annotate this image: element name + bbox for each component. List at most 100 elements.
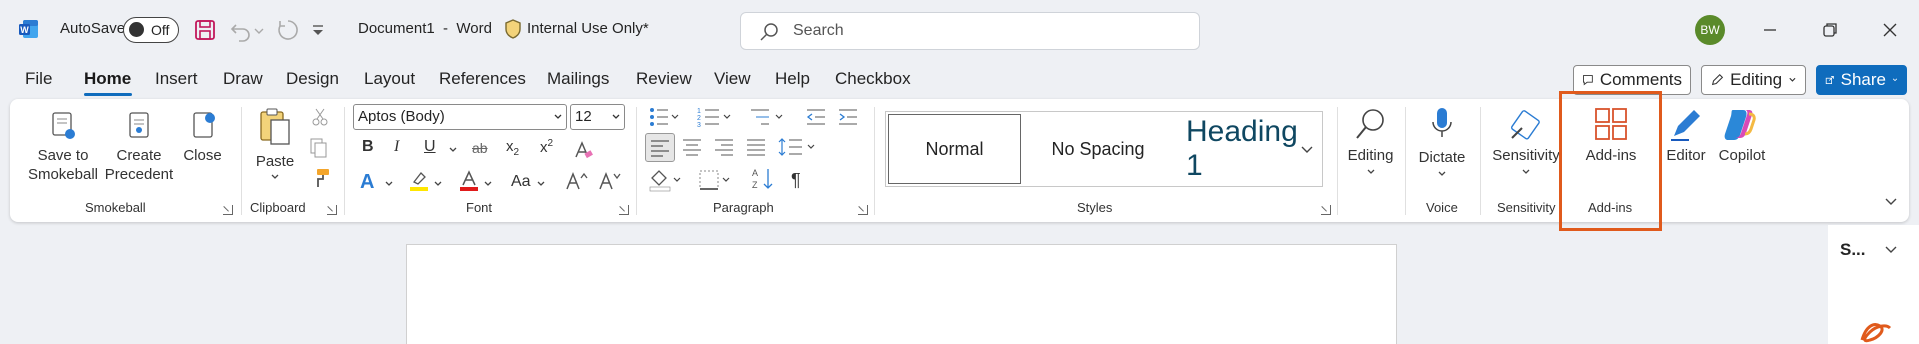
superscript-icon[interactable]: x2 xyxy=(540,138,553,156)
align-left-button[interactable] xyxy=(645,133,675,162)
avatar[interactable]: BW xyxy=(1695,15,1725,45)
numbering-icon[interactable]: 1 2 3 xyxy=(697,106,733,128)
italic-icon[interactable]: I xyxy=(394,138,399,156)
tab-home[interactable]: Home xyxy=(84,69,131,89)
justify-icon[interactable] xyxy=(744,136,768,158)
active-tab-indicator xyxy=(84,93,132,96)
grow-font-icon[interactable] xyxy=(564,170,588,192)
undo-dropdown-icon[interactable] xyxy=(252,17,266,43)
save-to-smokeball-button[interactable]: Save to Smokeball xyxy=(22,110,104,184)
editing-label: Editing xyxy=(1347,147,1394,164)
save-icon[interactable] xyxy=(192,17,218,43)
document-title[interactable]: Document1 - Word xyxy=(358,20,492,37)
dictate-button[interactable]: Dictate xyxy=(1416,106,1468,178)
autosave-label: AutoSave xyxy=(60,20,126,37)
show-formatting-marks-icon[interactable]: ¶ xyxy=(791,170,801,191)
svg-text:A: A xyxy=(752,168,758,178)
tab-layout[interactable]: Layout xyxy=(364,69,415,89)
share-button[interactable]: Share xyxy=(1816,65,1907,95)
paste-icon xyxy=(260,108,290,145)
font-launcher-icon[interactable] xyxy=(619,205,629,215)
highlight-color-icon[interactable] xyxy=(408,170,430,192)
shading-icon[interactable] xyxy=(648,168,684,192)
chevron-down-icon[interactable] xyxy=(536,180,546,188)
align-right-icon[interactable] xyxy=(712,136,736,158)
editing-button[interactable]: Editing xyxy=(1345,106,1396,176)
addins-button[interactable]: Add-ins xyxy=(1578,106,1644,165)
tab-file[interactable]: File xyxy=(25,69,52,89)
tab-help[interactable]: Help xyxy=(775,69,810,89)
align-center-icon[interactable] xyxy=(680,136,704,158)
font-color-icon[interactable] xyxy=(458,170,480,192)
style-normal[interactable]: Normal xyxy=(888,114,1021,184)
collapse-ribbon-icon[interactable] xyxy=(1883,195,1899,209)
bold-icon[interactable]: B xyxy=(362,138,374,156)
tab-checkbox[interactable]: Checkbox xyxy=(835,69,911,89)
search-box[interactable]: Search xyxy=(740,12,1200,50)
minimize-icon[interactable] xyxy=(1756,16,1784,44)
smokeball-close-icon xyxy=(192,112,215,138)
text-effects-icon[interactable]: A xyxy=(360,171,374,194)
close-window-icon[interactable] xyxy=(1876,16,1904,44)
subscript-icon[interactable]: x2 xyxy=(506,138,519,158)
tab-view[interactable]: View xyxy=(714,69,751,89)
shrink-font-icon[interactable] xyxy=(597,170,621,192)
decrease-indent-icon[interactable] xyxy=(805,106,827,128)
chevron-down-icon[interactable] xyxy=(384,180,394,188)
clear-formatting-icon[interactable] xyxy=(572,139,594,161)
change-case-icon[interactable]: Aa xyxy=(511,173,531,191)
tab-mailings[interactable]: Mailings xyxy=(547,69,609,89)
smokeball-launcher-icon[interactable] xyxy=(223,205,233,215)
paste-button[interactable]: Paste xyxy=(250,106,300,181)
chevron-down-icon[interactable] xyxy=(1883,243,1899,257)
chevron-down-icon[interactable] xyxy=(448,146,458,154)
font-size-combo[interactable]: 12 xyxy=(570,104,625,130)
autosave-toggle[interactable]: Off xyxy=(123,17,179,43)
editing-mode-button[interactable]: Editing xyxy=(1701,65,1806,95)
styles-more-button[interactable] xyxy=(1293,111,1323,187)
sort-icon[interactable]: AZ xyxy=(751,166,775,192)
smokeball-close-button[interactable]: Close xyxy=(180,110,225,165)
tab-draw[interactable]: Draw xyxy=(223,69,263,89)
group-label-font: Font xyxy=(466,200,493,215)
sensitivity-button[interactable]: Sensitivity xyxy=(1490,106,1562,176)
paragraph-launcher-icon[interactable] xyxy=(858,205,868,215)
customize-qat-icon[interactable] xyxy=(310,17,326,43)
strikethrough-icon[interactable]: ab xyxy=(472,140,488,156)
group-label-styles: Styles xyxy=(1077,200,1113,215)
clipboard-launcher-icon[interactable] xyxy=(327,205,337,215)
editor-button[interactable]: Editor xyxy=(1662,106,1710,165)
cut-icon[interactable] xyxy=(311,107,329,127)
format-painter-icon[interactable] xyxy=(309,167,331,189)
increase-indent-icon[interactable] xyxy=(837,106,859,128)
sensitivity-label[interactable]: Internal Use Only* xyxy=(527,20,649,37)
font-name-value: Aptos (Body) xyxy=(358,108,445,125)
chevron-down-icon[interactable] xyxy=(433,180,443,188)
chevron-down-icon xyxy=(554,114,562,119)
align-left-icon xyxy=(651,140,669,157)
font-name-combo[interactable]: Aptos (Body) xyxy=(353,104,567,130)
borders-icon[interactable] xyxy=(697,168,733,192)
bullets-icon[interactable] xyxy=(648,106,680,128)
save-to-smokeball-label: Save to Smokeball xyxy=(27,147,99,183)
group-label-smokeball: Smokeball xyxy=(85,200,146,215)
group-separator xyxy=(874,107,875,215)
tab-design[interactable]: Design xyxy=(286,69,339,89)
multilevel-list-icon[interactable] xyxy=(749,106,785,128)
copilot-button[interactable]: Copilot xyxy=(1712,106,1772,165)
redo-icon[interactable] xyxy=(275,17,301,43)
document-page[interactable] xyxy=(406,244,1397,344)
underline-icon[interactable]: U xyxy=(424,138,436,156)
copy-icon[interactable] xyxy=(309,137,329,159)
restore-icon[interactable] xyxy=(1816,16,1844,44)
undo-icon[interactable] xyxy=(228,17,254,43)
tab-references[interactable]: References xyxy=(439,69,526,89)
tab-review[interactable]: Review xyxy=(636,69,692,89)
tab-insert[interactable]: Insert xyxy=(155,69,198,89)
chevron-down-icon[interactable] xyxy=(483,180,493,188)
styles-launcher-icon[interactable] xyxy=(1321,205,1331,215)
create-precedent-button[interactable]: Create Precedent xyxy=(100,110,178,184)
line-spacing-icon[interactable] xyxy=(778,136,818,158)
style-no-spacing[interactable]: No Spacing xyxy=(1023,112,1173,186)
group-separator xyxy=(1337,107,1338,215)
